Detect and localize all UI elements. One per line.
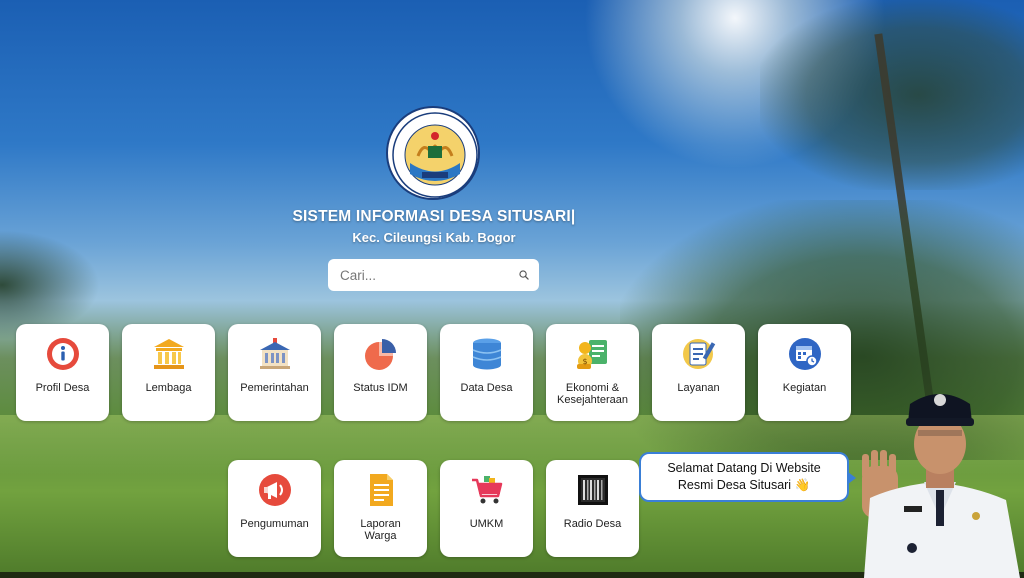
search-input[interactable] [338, 266, 519, 284]
menu-data-desa[interactable]: Data Desa [440, 324, 533, 421]
village-official-avatar [862, 394, 1020, 578]
service-icon [681, 336, 717, 372]
search-icon[interactable] [519, 267, 529, 283]
search-box[interactable] [328, 259, 539, 291]
village-seal-icon [386, 106, 480, 200]
tile-label: Lembaga [145, 382, 192, 394]
tile-label: Pemerintahan [240, 382, 309, 394]
greeting-line-2: Resmi Desa Situsari 👋 [677, 478, 811, 492]
menu-pemerintahan[interactable]: Pemerintahan [228, 324, 321, 421]
menu-layanan[interactable]: Layanan [652, 324, 745, 421]
menu-kegiatan[interactable]: Kegiatan [758, 324, 851, 421]
tile-label: Pengumuman [240, 518, 309, 530]
tile-label: UMKM [469, 518, 504, 530]
menu-ekonomi-kesejahteraan[interactable]: $ Ekonomi & Kesejahteraan [546, 324, 639, 421]
shopping-cart-icon [469, 472, 505, 508]
economy-icon: $ [575, 336, 611, 372]
menu-lembaga[interactable]: Lembaga [122, 324, 215, 421]
database-icon [469, 336, 505, 372]
tile-label: Data Desa [460, 382, 513, 394]
menu-umkm[interactable]: UMKM [440, 460, 533, 557]
tile-label: Laporan Warga [360, 518, 401, 542]
menu-status-idm[interactable]: Status IDM [334, 324, 427, 421]
calendar-icon [787, 336, 823, 372]
menu-radio-desa[interactable]: Radio Desa [546, 460, 639, 557]
tile-label: Status IDM [353, 382, 408, 394]
radio-icon [575, 472, 611, 508]
tile-label: Kegiatan [782, 382, 827, 394]
menu-laporan-warga[interactable]: Laporan Warga [334, 460, 427, 557]
government-building-icon [257, 336, 293, 372]
tile-label: Profil Desa [35, 382, 90, 394]
greeting-line-1: Selamat Datang Di Website [667, 461, 821, 475]
menu-pengumuman[interactable]: Pengumuman [228, 460, 321, 557]
tile-label: Radio Desa [563, 518, 622, 530]
report-document-icon [363, 472, 399, 508]
institution-icon [151, 336, 187, 372]
info-icon [45, 336, 81, 372]
svg-text:$: $ [582, 357, 587, 366]
page-title: SISTEM INFORMASI DESA SITUSARI| [292, 208, 576, 225]
greeting-bubble: Selamat Datang Di Website Resmi Desa Sit… [639, 452, 856, 502]
page-subtitle: Kec. Cileungsi Kab. Bogor [352, 230, 516, 245]
menu-profil-desa[interactable]: Profil Desa [16, 324, 109, 421]
tile-label: Ekonomi & Kesejahteraan [557, 382, 628, 406]
megaphone-icon [257, 472, 293, 508]
pie-chart-icon [363, 336, 399, 372]
tile-label: Layanan [677, 382, 720, 394]
